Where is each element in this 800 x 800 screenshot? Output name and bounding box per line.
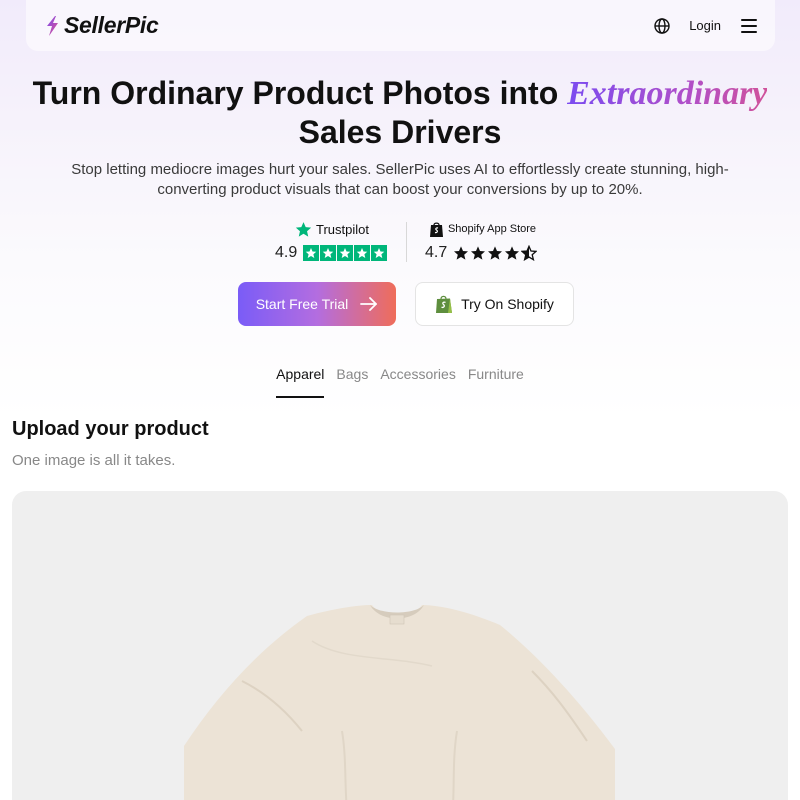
- star-icon: [488, 246, 503, 260]
- shopify-score: 4.7: [425, 244, 448, 261]
- tab-apparel[interactable]: Apparel: [270, 366, 330, 398]
- tab-bags[interactable]: Bags: [330, 366, 374, 398]
- shopify-rating[interactable]: Shopify App Store 4.7: [425, 220, 540, 262]
- globe-icon[interactable]: [653, 17, 671, 35]
- category-tabs: Apparel Bags Accessories Furniture: [0, 366, 800, 398]
- star-icon: [320, 245, 337, 261]
- bolt-icon: [44, 15, 60, 37]
- hero-title-tail: Sales Drivers: [298, 114, 502, 150]
- start-free-trial-button[interactable]: Start Free Trial: [238, 282, 396, 326]
- half-star-icon: [521, 245, 538, 261]
- star-icon: [337, 245, 354, 261]
- top-nav-bar: SellerPic Login: [26, 0, 775, 51]
- star-icon: [471, 246, 486, 260]
- shopify-label: Shopify App Store: [447, 223, 537, 235]
- hero-title-lead: Turn Ordinary Product Photos into: [32, 75, 568, 111]
- arrow-right-icon: [360, 297, 378, 311]
- trustpilot-rating[interactable]: Trustpilot 4.9: [275, 220, 389, 262]
- login-link[interactable]: Login: [689, 18, 721, 33]
- product-preview-area[interactable]: [12, 491, 788, 800]
- try-on-shopify-button[interactable]: Try On Shopify: [415, 282, 574, 326]
- hero-title: Turn Ordinary Product Photos into Extrao…: [0, 74, 800, 151]
- brand-logo[interactable]: SellerPic: [44, 12, 159, 39]
- hamburger-menu-icon[interactable]: [741, 19, 757, 33]
- star-icon: [354, 245, 371, 261]
- star-icon: [505, 246, 520, 260]
- try-on-shopify-label: Try On Shopify: [461, 296, 554, 312]
- product-image: [184, 605, 615, 800]
- ratings-divider: [406, 222, 407, 262]
- trustpilot-brand: Trustpilot: [275, 220, 389, 238]
- shopify-bag-icon: [429, 221, 443, 237]
- star-icon: [454, 246, 469, 260]
- upload-subtitle: One image is all it takes.: [12, 452, 176, 469]
- trustpilot-stars: [303, 245, 388, 261]
- shopify-icon: [436, 295, 453, 313]
- star-icon: [371, 245, 388, 261]
- tab-accessories[interactable]: Accessories: [374, 366, 461, 398]
- trustpilot-score: 4.9: [275, 244, 298, 261]
- brand-name: SellerPic: [64, 12, 159, 38]
- trustpilot-star-icon: [295, 221, 312, 237]
- start-free-trial-label: Start Free Trial: [255, 296, 349, 312]
- nav-actions: Login: [653, 17, 757, 35]
- shopify-stars: [453, 245, 538, 261]
- hero-title-accent: Extraordinary: [567, 75, 768, 112]
- hero-subtitle: Stop letting mediocre images hurt your s…: [71, 161, 729, 198]
- trustpilot-label: Trustpilot: [316, 221, 369, 237]
- tab-furniture[interactable]: Furniture: [462, 366, 530, 398]
- shopify-brand: Shopify App Store: [425, 220, 540, 238]
- star-icon: [303, 245, 320, 261]
- ratings-row: Trustpilot 4.9 Shopify App Store 4.7: [0, 220, 800, 264]
- upload-title: Upload your product: [12, 418, 209, 440]
